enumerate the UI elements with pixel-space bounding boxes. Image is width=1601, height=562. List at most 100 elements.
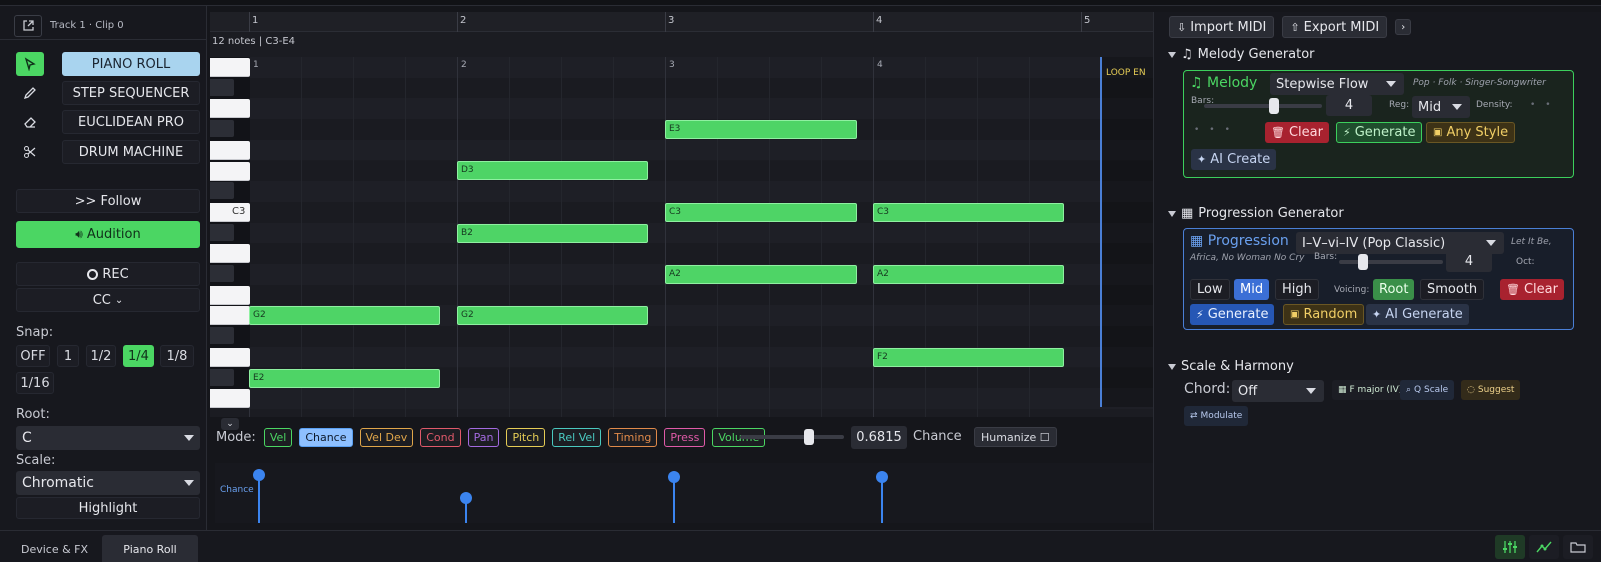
import-midi-button[interactable]: ⇩ Import MIDI <box>1169 16 1275 38</box>
export-midi-button[interactable]: ⇧ Export MIDI <box>1282 16 1388 38</box>
voicing-smooth-button[interactable]: Smooth <box>1420 279 1485 300</box>
loop-end-marker[interactable] <box>1100 57 1102 407</box>
any-style-button[interactable]: ▣ Any Style <box>1426 122 1516 143</box>
follow-button[interactable]: >> Follow <box>16 189 200 213</box>
more-button[interactable]: › <box>1395 19 1412 35</box>
scale-section-header[interactable]: Scale & Harmony <box>1168 359 1294 374</box>
note-a2-bar3[interactable]: A2 <box>665 265 857 284</box>
note-f2[interactable]: F2 <box>873 348 1064 367</box>
white-key[interactable] <box>210 244 250 264</box>
black-key[interactable] <box>210 223 234 241</box>
mode-euclidean-pro[interactable]: EUCLIDEAN PRO <box>62 110 200 134</box>
density-dots[interactable]: •• <box>1530 100 1561 110</box>
note-g2-bar2[interactable]: G2 <box>457 306 648 325</box>
mixer-button[interactable] <box>1495 535 1525 559</box>
progression-clear-button[interactable]: 🗑︎ Clear <box>1500 279 1564 300</box>
highlight-button[interactable]: Highlight <box>16 497 200 519</box>
pencil-tool-button[interactable] <box>16 81 44 105</box>
chance-handle[interactable] <box>460 491 472 504</box>
lane-row[interactable] <box>250 222 1153 244</box>
mode-chip-cond[interactable]: Cond <box>420 427 461 447</box>
note-d3[interactable]: D3 <box>457 161 648 180</box>
lane-row[interactable] <box>250 139 1153 161</box>
mode-chip-pan[interactable]: Pan <box>467 427 500 447</box>
lane-row[interactable] <box>250 284 1153 306</box>
snap-1-16[interactable]: 1/16 <box>16 372 54 394</box>
white-key[interactable] <box>210 306 250 326</box>
mode-chip-press[interactable]: Press <box>664 427 706 447</box>
mode-chip-vel[interactable]: Vel <box>263 427 293 447</box>
chance-stem[interactable] <box>673 477 675 523</box>
lane-row[interactable] <box>250 57 1153 78</box>
slider-thumb[interactable] <box>804 429 814 445</box>
tab-piano-roll[interactable]: Piano Roll <box>102 535 198 562</box>
black-key[interactable] <box>210 265 234 282</box>
mode-chip-chance[interactable]: Chance <box>299 427 353 447</box>
white-key[interactable] <box>210 140 250 160</box>
black-key[interactable] <box>210 327 234 345</box>
lane-row[interactable] <box>250 388 1153 409</box>
mode-chip-timing[interactable]: Timing <box>608 427 658 447</box>
mode-chip-vel-dev[interactable]: Vel Dev <box>359 427 414 447</box>
humanize-toggle[interactable]: Humanize ☐ <box>974 427 1057 447</box>
chance-handle[interactable] <box>876 471 888 484</box>
melody-bars-slider[interactable] <box>1204 98 1322 114</box>
snap-1[interactable]: 1 <box>57 345 79 367</box>
note-g2-bar1[interactable]: G2 <box>249 306 440 325</box>
white-key[interactable] <box>210 347 250 367</box>
lane-row[interactable] <box>250 326 1153 347</box>
note-e2[interactable]: E2 <box>249 369 440 388</box>
progression-section-header[interactable]: ▦ Progression Generator <box>1168 206 1344 221</box>
progression-random-button[interactable]: ▣ Random <box>1283 304 1365 325</box>
chance-handle[interactable] <box>253 469 265 482</box>
lane-row[interactable] <box>250 98 1153 120</box>
timeline-ruler[interactable]: 1 2 3 4 5 <box>210 12 1153 32</box>
voicing-low-button[interactable]: Low <box>1190 279 1230 300</box>
white-key[interactable] <box>210 389 250 409</box>
black-key[interactable] <box>210 368 234 386</box>
ai-generate-button[interactable]: ✦ AI Generate <box>1366 304 1469 325</box>
white-key[interactable] <box>210 99 250 119</box>
note-c3-bar3[interactable]: C3 <box>665 203 857 222</box>
progression-generate-button[interactable]: ⚡︎ Generate <box>1190 304 1275 325</box>
root-select[interactable]: C <box>16 426 200 450</box>
mode-chip-pitch[interactable]: Pitch <box>506 427 546 447</box>
mode-step-sequencer[interactable]: STEP SEQUENCER <box>62 81 200 105</box>
q-scale-button[interactable]: ⌕ Q Scale <box>1400 380 1455 400</box>
voicing-mid-button[interactable]: Mid <box>1234 279 1270 300</box>
slider-thumb[interactable] <box>1357 254 1368 270</box>
lane-row[interactable] <box>250 77 1153 99</box>
note-b2[interactable]: B2 <box>457 224 648 243</box>
white-key[interactable] <box>210 285 250 305</box>
mode-piano-roll[interactable]: PIANO ROLL <box>62 52 200 76</box>
tab-device-fx[interactable]: Device & FX <box>10 535 99 562</box>
snap-1-2[interactable]: 1/2 <box>86 345 116 367</box>
white-key[interactable] <box>210 161 250 181</box>
scissors-tool-button[interactable] <box>16 140 44 164</box>
white-key[interactable] <box>210 58 250 77</box>
melody-reg-select[interactable]: Mid <box>1412 96 1470 118</box>
ai-create-button[interactable]: ✦ AI Create <box>1191 149 1277 170</box>
chance-handle[interactable] <box>668 471 680 484</box>
voicing-root-button[interactable]: Root <box>1373 279 1415 300</box>
snap-1-8[interactable]: 1/8 <box>160 345 194 367</box>
black-key[interactable] <box>210 120 234 138</box>
rec-button[interactable]: REC <box>16 262 200 286</box>
note-e3[interactable]: E3 <box>665 120 857 139</box>
suggest-button[interactable]: ◌ Suggest <box>1461 380 1521 400</box>
automation-button[interactable] <box>1529 535 1559 559</box>
browser-button[interactable] <box>1563 535 1593 559</box>
value-slider[interactable] <box>740 429 844 445</box>
snap-1-4[interactable]: 1/4 <box>123 345 154 367</box>
chance-lane[interactable]: Chance <box>215 463 1153 523</box>
black-key[interactable] <box>210 78 234 96</box>
scale-select[interactable]: Chromatic <box>16 471 200 495</box>
chord-select[interactable]: Off <box>1232 380 1324 402</box>
snap-off[interactable]: OFF <box>16 345 50 367</box>
eraser-tool-button[interactable] <box>16 110 44 134</box>
melody-clear-button[interactable]: 🗑︎ Clear <box>1265 122 1329 143</box>
voicing-high-button[interactable]: High <box>1275 279 1319 300</box>
black-key[interactable] <box>210 182 234 200</box>
melody-generate-button[interactable]: ⚡︎ Generate <box>1336 122 1423 143</box>
piano-keyboard[interactable] <box>210 57 250 409</box>
